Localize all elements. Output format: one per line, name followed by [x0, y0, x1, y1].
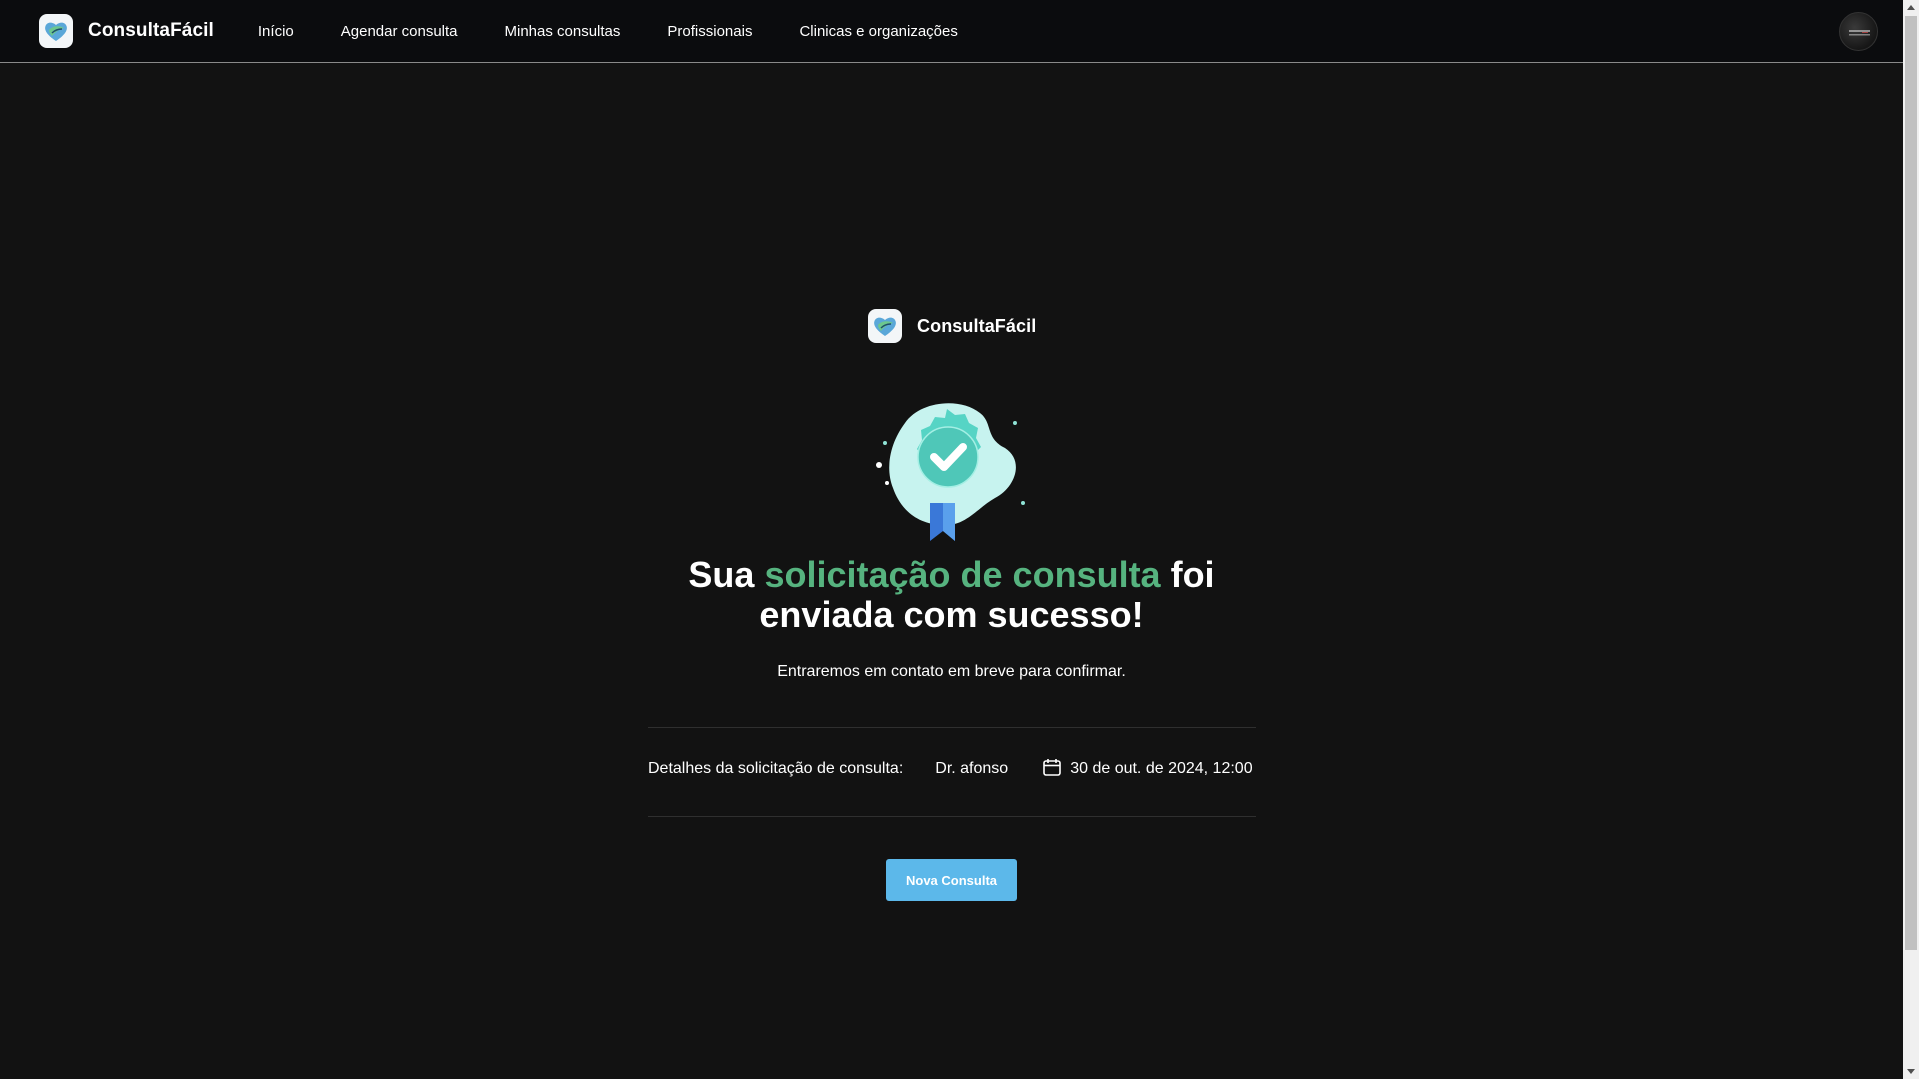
new-consultation-button[interactable]: Nova Consulta — [886, 859, 1017, 901]
appointment-datetime: 30 de out. de 2024, 12:00 — [1042, 757, 1253, 782]
scroll-up-icon[interactable] — [1907, 5, 1915, 10]
success-badge-check-icon — [865, 393, 1035, 543]
calendar-icon — [1042, 757, 1062, 782]
nav-item-profissionais[interactable]: Profissionais — [667, 23, 752, 40]
brand[interactable]: ConsultaFácil — [39, 14, 214, 48]
nav-item-minhas-consultas[interactable]: Minhas consultas — [505, 23, 621, 40]
heart-leaf-logo-icon — [39, 14, 73, 48]
scroll-thumb[interactable] — [1905, 16, 1917, 950]
success-subtitle: Entraremos em contato em breve para conf… — [777, 663, 1126, 680]
scroll-down-icon[interactable] — [1907, 1069, 1915, 1074]
main-nav: Início Agendar consulta Minhas consultas… — [258, 23, 1005, 40]
request-details: Detalhes da solicitação de consulta: Dr.… — [648, 757, 1256, 781]
doctor-name: Dr. afonso — [935, 760, 1009, 777]
confirmation-brand: ConsultaFácil — [868, 309, 1036, 343]
page-scrollbar[interactable] — [1903, 0, 1919, 1079]
brand-name: ConsultaFácil — [88, 20, 214, 41]
confirmation-panel: ConsultaFácil Sua solicitação de consult… — [0, 63, 1903, 1079]
confirmation-brand-name: ConsultaFácil — [917, 315, 1037, 336]
heart-leaf-logo-icon — [868, 309, 902, 343]
headline-line-1: Sua solicitação de consulta foi — [0, 555, 1903, 595]
headline-accent: solicitação de consulta — [764, 554, 1161, 595]
datetime-text: 30 de out. de 2024, 12:00 — [1070, 760, 1253, 777]
divider-bottom — [648, 816, 1256, 817]
nav-item-clinicas[interactable]: Clinicas e organizações — [799, 23, 957, 40]
headline-suffix: foi — [1160, 554, 1215, 595]
headline-line-2: enviada com sucesso! — [759, 594, 1144, 635]
user-avatar-icon[interactable] — [1839, 12, 1878, 51]
success-headline: Sua solicitação de consulta foi enviada … — [0, 555, 1903, 635]
divider-top — [648, 727, 1256, 728]
details-label: Detalhes da solicitação de consulta: — [648, 760, 904, 777]
nav-item-inicio[interactable]: Início — [258, 23, 294, 40]
nav-item-agendar-consulta[interactable]: Agendar consulta — [341, 23, 458, 40]
top-navbar: ConsultaFácil Início Agendar consulta Mi… — [0, 0, 1903, 63]
headline-prefix: Sua — [688, 554, 765, 595]
